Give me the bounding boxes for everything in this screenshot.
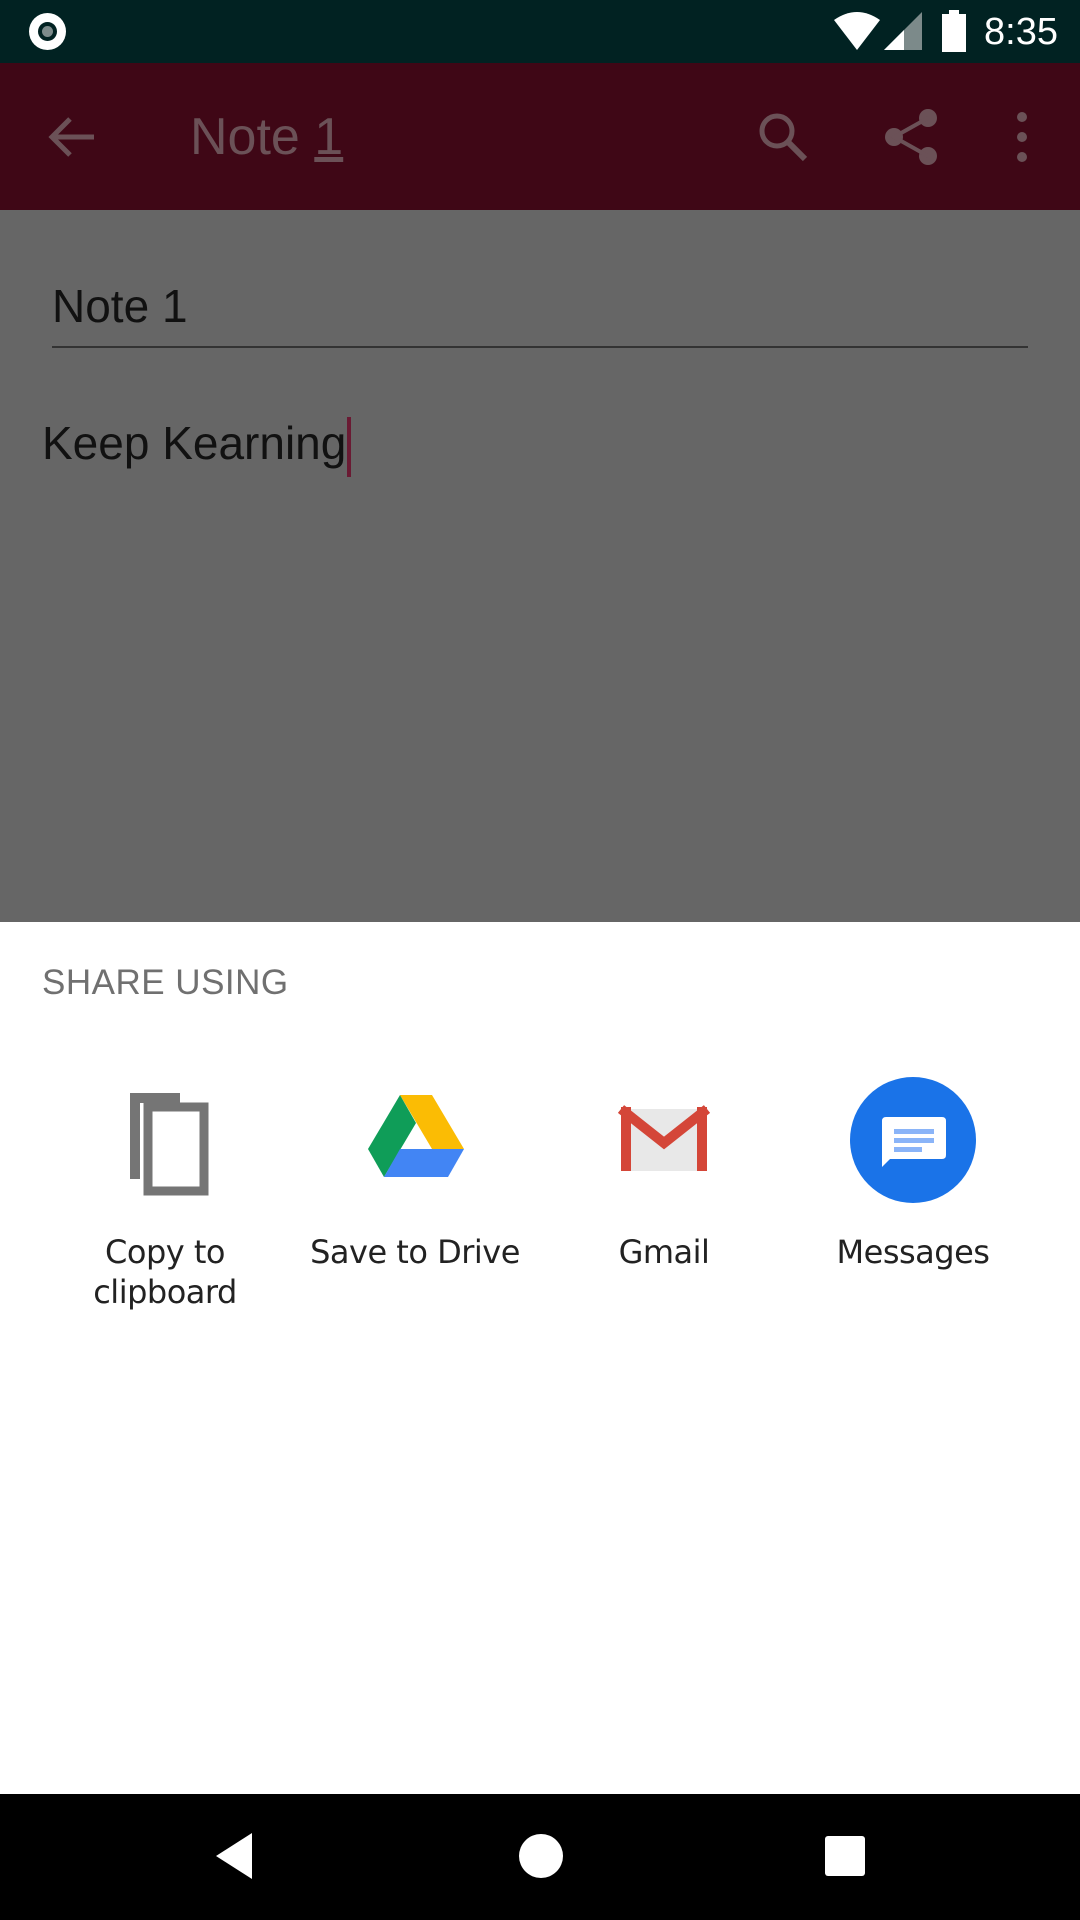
page-title-prefix: Note [190,108,315,166]
screen-record-icon [29,13,66,50]
battery-icon [942,10,966,52]
share-target-gmail[interactable]: Gmail [539,1077,789,1277]
nav-recents-icon[interactable] [825,1836,865,1876]
nav-home-icon[interactable] [519,1834,563,1878]
share-target-save-to-drive[interactable]: Save to Drive [290,1077,540,1277]
share-target-messages[interactable]: Messages [788,1077,1038,1277]
share-icon[interactable] [882,108,940,166]
more-vert-icon[interactable] [1006,109,1038,165]
note-body-text: Keep Kearning [42,417,347,469]
system-nav-bar [0,1794,1080,1920]
status-time: 8:35 [984,11,1058,53]
copy-icon [130,1093,209,1196]
wifi-icon [834,12,880,50]
search-icon[interactable] [755,109,811,165]
gmail-icon [617,1105,711,1171]
share-target-label: Messages [836,1233,990,1271]
share-sheet: SHARE USING Copy to clipboard Save to Dr… [0,922,1080,1794]
share-target-copy-to-clipboard[interactable]: Copy to clipboard [40,1077,290,1311]
share-target-label: Copy to clipboard [93,1233,237,1311]
note-body-input[interactable]: Keep Kearning [42,415,352,477]
google-drive-icon [368,1095,464,1177]
nav-back-icon[interactable] [212,1831,256,1881]
back-arrow-icon[interactable] [46,111,98,163]
text-cursor [347,416,352,477]
messages-icon [850,1077,976,1203]
page-title: Note 1 [190,107,343,167]
share-sheet-heading: SHARE USING [42,963,289,1002]
page-title-suffix: 1 [314,108,344,166]
note-title-input[interactable]: Note 1 [52,280,1028,348]
app-toolbar: Note 1 [0,63,1080,210]
signal-icon [884,12,922,50]
share-target-label: Gmail [618,1233,710,1271]
share-target-label: Save to Drive [310,1233,520,1271]
status-bar: 8:35 [0,0,1080,63]
note-editor: Note 1 Keep Kearning [0,210,1080,922]
